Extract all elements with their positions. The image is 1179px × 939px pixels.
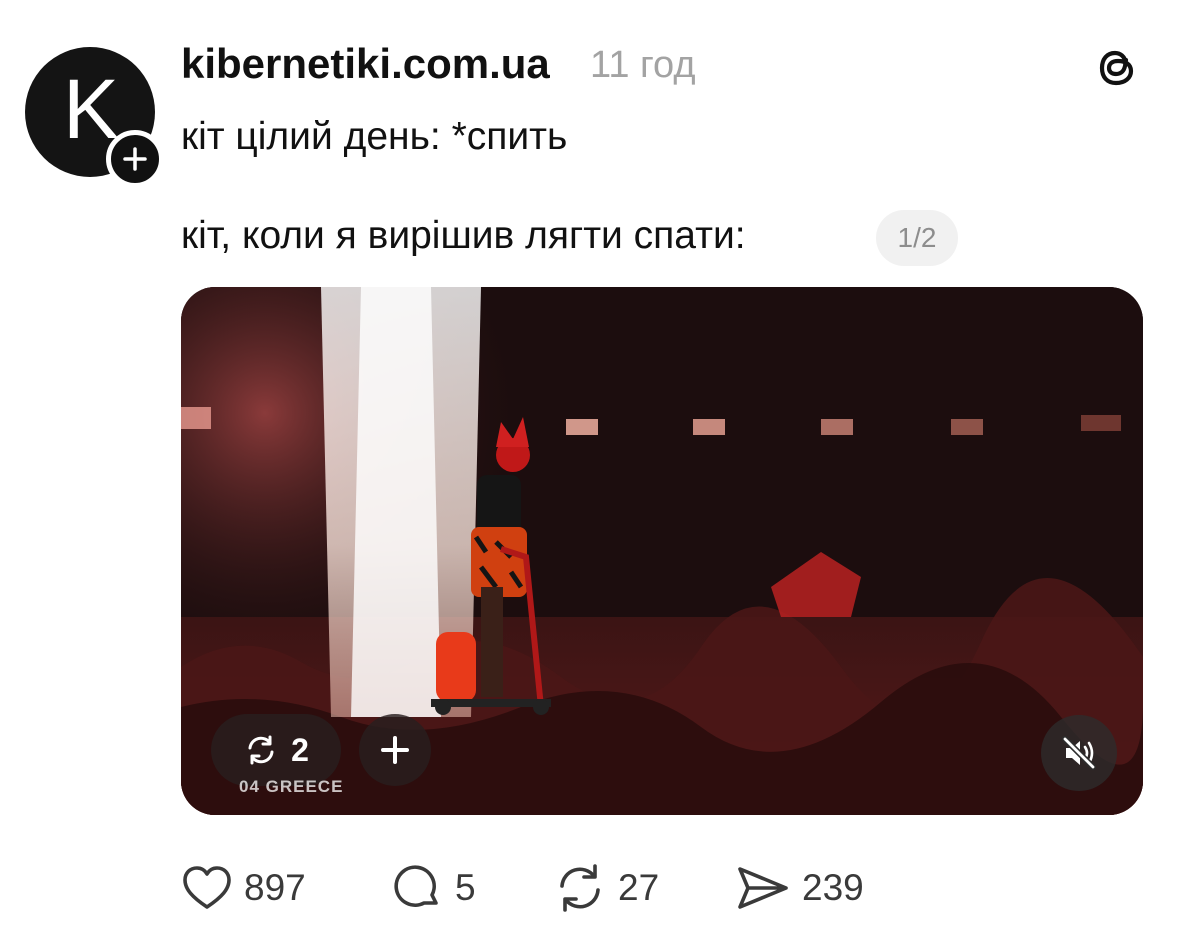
like-count: 897	[244, 867, 306, 908]
share-button[interactable]: 239	[734, 858, 864, 918]
action-bar: 897 5 27 239	[0, 858, 1179, 918]
like-button[interactable]: 897	[180, 858, 306, 918]
media-add-button[interactable]	[359, 714, 431, 786]
post-text-line-2: кіт, коли я вирішив лягти спати:	[181, 214, 746, 257]
repost-count: 27	[618, 867, 660, 908]
avatar-letter: K	[62, 61, 119, 156]
comment-button[interactable]: 5	[391, 858, 476, 918]
mute-icon	[1062, 736, 1096, 770]
repost-icon	[248, 735, 274, 765]
share-icon	[738, 867, 788, 909]
media-repost-count: 2	[291, 731, 309, 768]
media-repost-button[interactable]: 2	[211, 714, 341, 786]
post-time: 11 год	[590, 44, 696, 86]
comment-count: 5	[455, 867, 476, 908]
page-indicator-badge: 1/2	[876, 210, 958, 266]
repost-icon	[560, 864, 600, 912]
comment-icon	[394, 865, 438, 907]
share-count: 239	[802, 867, 864, 908]
mute-toggle-button[interactable]	[1041, 715, 1117, 791]
plus-icon	[381, 736, 409, 764]
threads-logo-icon[interactable]	[1092, 42, 1142, 92]
plus-icon	[123, 147, 147, 171]
author-username[interactable]: kibernetiki.com.ua	[181, 40, 550, 88]
follow-button[interactable]	[106, 130, 164, 188]
post-media-video[interactable]: 2 04 GREECE	[181, 287, 1143, 815]
repost-button[interactable]: 27	[552, 858, 659, 918]
video-overlay-caption: 04 GREECE	[239, 777, 344, 796]
heart-icon	[183, 866, 231, 909]
post-text-line-1: кіт цілий день: *спить	[181, 115, 568, 158]
